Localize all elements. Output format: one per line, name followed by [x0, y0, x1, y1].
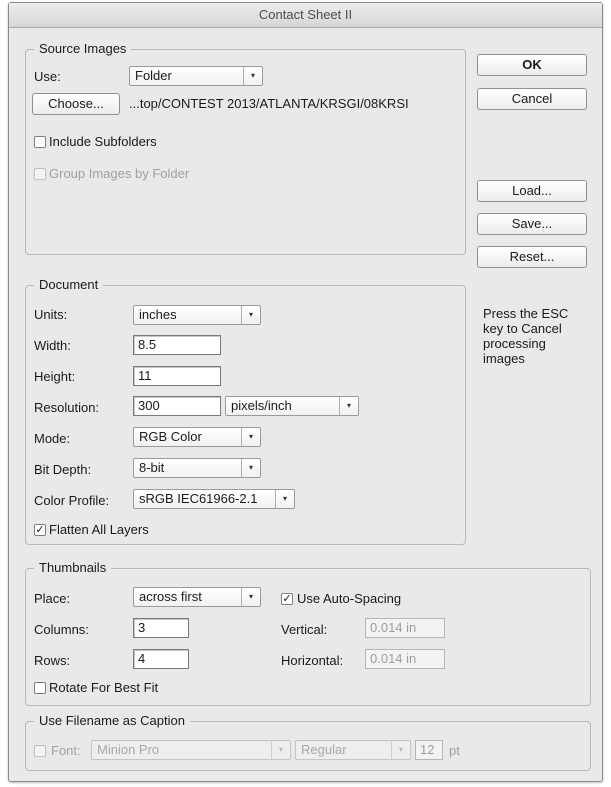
window-title: Contact Sheet II: [9, 3, 602, 28]
caption-style-value: Regular: [301, 742, 347, 757]
chevron-down-icon: ▾: [241, 459, 260, 477]
mode-label: Mode:: [34, 431, 71, 446]
bitdepth-label: Bit Depth:: [34, 462, 92, 477]
chevron-down-icon: ▾: [241, 588, 260, 606]
flatten-layers-checkbox[interactable]: ✓: [34, 524, 46, 536]
esc-hint: Press the ESC key to Cancel processing i…: [483, 306, 568, 366]
chevron-down-icon: ▾: [241, 306, 260, 324]
resolution-unit-value: pixels/inch: [231, 398, 292, 413]
chevron-down-icon: ▾: [391, 741, 410, 759]
resolution-label: Resolution:: [34, 400, 100, 415]
bitdepth-select-value: 8-bit: [139, 460, 165, 475]
width-label: Width:: [34, 338, 71, 353]
vertical-label: Vertical:: [281, 622, 328, 637]
group-by-folder-label: Group Images by Folder: [49, 166, 190, 181]
color-profile-select[interactable]: sRGB IEC61966-2.1 ▾: [133, 489, 295, 509]
caption-font-select[interactable]: Minion Pro ▾: [91, 740, 291, 760]
chevron-down-icon: ▾: [243, 67, 262, 85]
mode-select[interactable]: RGB Color ▾: [133, 427, 261, 447]
chevron-down-icon: ▾: [241, 428, 260, 446]
load-button[interactable]: Load...: [477, 180, 587, 202]
document-title: Document: [34, 277, 104, 293]
place-select[interactable]: across first ▾: [133, 587, 261, 607]
ok-button[interactable]: OK: [477, 54, 587, 76]
include-subfolders-checkbox[interactable]: [34, 136, 46, 148]
group-by-folder-checkbox[interactable]: [34, 168, 46, 180]
choose-button[interactable]: Choose...: [32, 93, 120, 115]
flatten-layers-label: Flatten All Layers: [49, 522, 149, 537]
height-field[interactable]: 11: [133, 366, 221, 386]
resolution-field[interactable]: 300: [133, 396, 221, 416]
include-subfolders-label: Include Subfolders: [49, 134, 157, 149]
columns-field[interactable]: 3: [133, 618, 189, 638]
caption-style-select[interactable]: Regular ▾: [295, 740, 411, 760]
source-images-title: Source Images: [34, 41, 132, 57]
caption-checkbox[interactable]: [34, 745, 46, 757]
esc-hint-line-3: processing: [483, 336, 546, 351]
caption-size-unit: pt: [449, 743, 460, 758]
use-select-value: Folder: [135, 68, 172, 83]
resolution-unit-select[interactable]: pixels/inch ▾: [225, 396, 359, 416]
cancel-button[interactable]: Cancel: [477, 88, 587, 110]
chevron-down-icon: ▾: [339, 397, 358, 415]
caption-size-field[interactable]: 12: [415, 740, 443, 760]
rotate-best-fit-label: Rotate For Best Fit: [49, 680, 159, 695]
bitdepth-select[interactable]: 8-bit ▾: [133, 458, 261, 478]
source-path: ...top/CONTEST 2013/ATLANTA/KRSGI/08KRSI: [129, 96, 409, 111]
place-select-value: across first: [139, 589, 202, 604]
vertical-spacing-field[interactable]: 0.014 in: [365, 618, 445, 638]
reset-button[interactable]: Reset...: [477, 246, 587, 268]
color-profile-value: sRGB IEC61966-2.1: [139, 491, 258, 506]
caption-font-label: Font:: [51, 743, 81, 758]
chevron-down-icon: ▾: [271, 741, 290, 759]
horizontal-spacing-field[interactable]: 0.014 in: [365, 649, 445, 669]
height-label: Height:: [34, 369, 76, 384]
caption-title: Use Filename as Caption: [34, 713, 190, 729]
horizontal-label: Horizontal:: [281, 653, 344, 668]
place-label: Place:: [34, 591, 71, 606]
mode-select-value: RGB Color: [139, 429, 202, 444]
units-label: Units:: [34, 307, 68, 322]
rows-label: Rows:: [34, 653, 71, 668]
color-profile-label: Color Profile:: [34, 493, 110, 508]
rotate-best-fit-checkbox[interactable]: [34, 682, 46, 694]
auto-spacing-checkbox[interactable]: ✓: [281, 593, 293, 605]
use-label: Use:: [34, 69, 61, 84]
dialog-window: Contact Sheet II Source Images Use: Fold…: [8, 2, 603, 782]
auto-spacing-label: Use Auto-Spacing: [297, 591, 402, 606]
esc-hint-line-2: key to Cancel: [483, 321, 562, 336]
thumbnails-title: Thumbnails: [34, 560, 112, 576]
esc-hint-line-4: images: [483, 351, 525, 366]
rows-field[interactable]: 4: [133, 649, 189, 669]
caption-font-value: Minion Pro: [97, 742, 160, 757]
columns-label: Columns:: [34, 622, 89, 637]
units-select[interactable]: inches ▾: [133, 305, 261, 325]
units-select-value: inches: [139, 307, 177, 322]
width-field[interactable]: 8.5: [133, 335, 221, 355]
save-button[interactable]: Save...: [477, 213, 587, 235]
esc-hint-line-1: Press the ESC: [483, 306, 569, 321]
use-select[interactable]: Folder ▾: [129, 66, 263, 86]
chevron-down-icon: ▾: [275, 490, 294, 508]
